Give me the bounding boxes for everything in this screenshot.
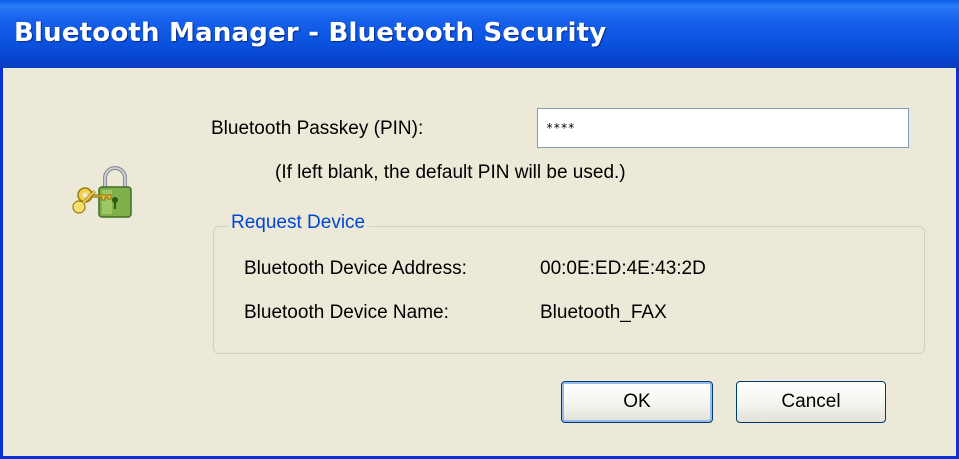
window-title: Bluetooth Manager - Bluetooth Security xyxy=(14,18,607,48)
device-address-label: Bluetooth Device Address: xyxy=(244,258,467,279)
device-address-value: 00:0E:ED:4E:43:2D xyxy=(540,258,706,279)
bluetooth-security-dialog: Bluetooth Manager - Bluetooth Security B… xyxy=(0,0,959,459)
title-bar[interactable]: Bluetooth Manager - Bluetooth Security xyxy=(0,0,959,68)
device-name-label: Bluetooth Device Name: xyxy=(244,302,449,323)
passkey-input[interactable] xyxy=(537,108,909,148)
device-name-value: Bluetooth_FAX xyxy=(540,302,667,323)
request-device-legend: Request Device xyxy=(227,212,370,234)
request-device-group xyxy=(213,226,925,354)
ok-button[interactable]: OK xyxy=(561,381,713,423)
passkey-label: Bluetooth Passkey (PIN): xyxy=(211,118,424,139)
passkey-hint: (If left blank, the default PIN will be … xyxy=(275,162,626,183)
lock-with-key-icon xyxy=(72,166,132,218)
cancel-button[interactable]: Cancel xyxy=(736,381,886,423)
